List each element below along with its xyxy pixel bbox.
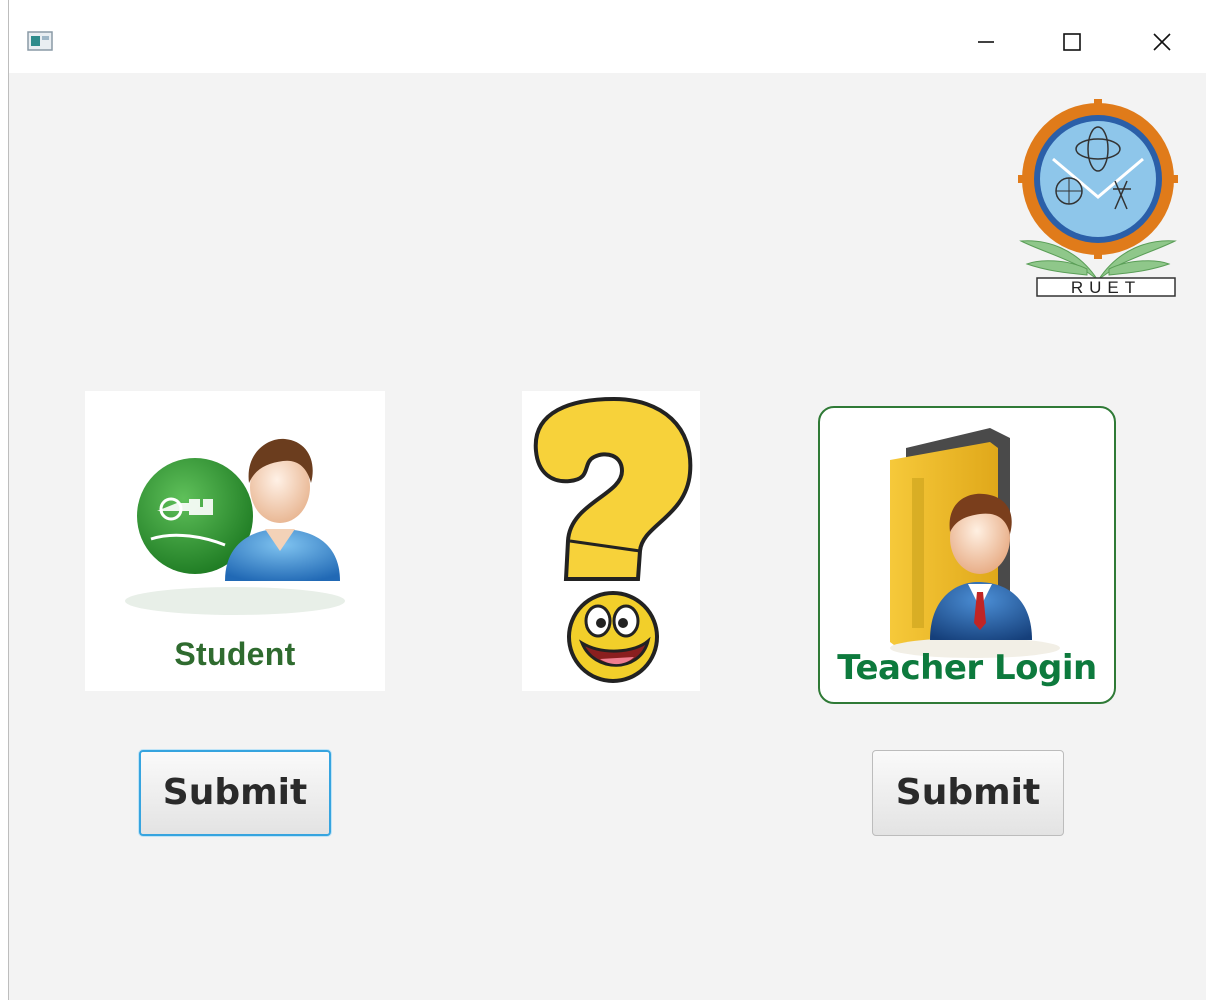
teacher-login-image[interactable]: Teacher Login (818, 406, 1116, 704)
close-icon (1153, 33, 1171, 51)
logo-text: RUET (1071, 278, 1141, 297)
student-image[interactable]: Student (85, 391, 385, 691)
title-bar[interactable] (9, 0, 1206, 73)
app-window: RUET Student Teacher Login Submit Submit (8, 0, 1206, 1000)
teacher-submit-button[interactable]: Submit (872, 750, 1064, 836)
close-button[interactable] (1131, 14, 1193, 70)
app-icon (27, 30, 55, 52)
ruet-logo: RUET (1017, 99, 1179, 299)
maximize-icon (1063, 33, 1081, 51)
minimize-icon (978, 41, 994, 43)
student-submit-button[interactable]: Submit (139, 750, 331, 836)
minimize-button[interactable] (955, 14, 1017, 70)
student-label: Student (174, 636, 296, 672)
question-mark-image (522, 391, 700, 691)
maximize-button[interactable] (1041, 14, 1103, 70)
teacher-login-label: Teacher Login (837, 648, 1097, 688)
